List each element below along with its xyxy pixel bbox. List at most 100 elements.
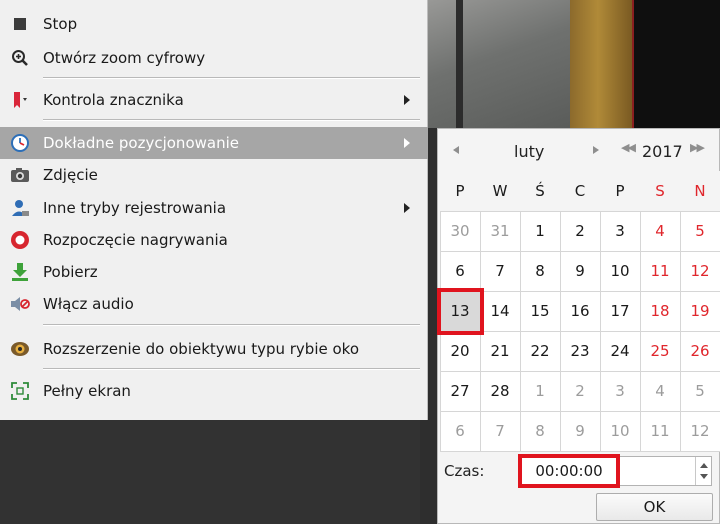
menu-item-label: Kontrola znacznika (43, 91, 184, 109)
menu-item-snapshot[interactable]: Zdjęcie (0, 159, 428, 191)
day-cell[interactable]: 31 (479, 210, 521, 252)
camera-icon (10, 165, 30, 185)
video-building (570, 0, 632, 128)
prev-year-icon[interactable]: ◀◀ (621, 141, 636, 154)
video-street (420, 0, 570, 128)
day-cell[interactable]: 6 (439, 250, 481, 292)
day-cell[interactable]: 22 (519, 330, 561, 372)
calendar-header: luty ◀◀ 2017 ▶▶ (438, 129, 720, 171)
day-cell[interactable]: 11 (639, 250, 681, 292)
day-cell[interactable]: 30 (439, 210, 481, 252)
day-cell[interactable]: 4 (639, 370, 681, 412)
submenu-arrow-icon (404, 138, 410, 148)
menu-item-label: Inne tryby rejestrowania (43, 199, 227, 217)
menu-item-label: Zdjęcie (43, 166, 98, 184)
day-cell[interactable]: 28 (479, 370, 521, 412)
menu-separator (43, 324, 420, 326)
menu-separator (43, 368, 420, 370)
menu-item-label: Pełny ekran (43, 382, 131, 400)
weekday-header: N (679, 170, 720, 212)
time-value[interactable]: 00:00:00 (518, 454, 620, 488)
menu-item-fullscreen[interactable]: Pełny ekran (0, 375, 428, 407)
day-cell[interactable]: 12 (679, 410, 720, 452)
day-cell[interactable]: 12 (679, 250, 720, 292)
day-cell[interactable]: 8 (519, 250, 561, 292)
menu-item-digital-zoom[interactable]: Otwórz zoom cyfrowy (0, 42, 428, 74)
weekday-header: P (439, 170, 481, 212)
menu-separator (43, 77, 420, 79)
day-cell[interactable]: 16 (559, 290, 601, 332)
menu-item-other-recording-modes[interactable]: Inne tryby rejestrowania (0, 192, 428, 224)
day-cell[interactable]: 2 (559, 370, 601, 412)
day-cell[interactable]: 14 (479, 290, 521, 332)
player-background (0, 420, 420, 524)
day-cell[interactable]: 27 (439, 370, 481, 412)
menu-item-download[interactable]: Pobierz (0, 256, 428, 288)
day-cell[interactable]: 24 (599, 330, 641, 372)
day-cell[interactable]: 19 (679, 290, 720, 332)
day-cell[interactable]: 5 (679, 210, 720, 252)
audio-icon (10, 294, 30, 314)
day-cell[interactable]: 1 (519, 210, 561, 252)
download-icon (10, 262, 30, 282)
record-icon (10, 230, 30, 250)
day-cell[interactable]: 21 (479, 330, 521, 372)
submenu-arrow-icon (404, 95, 410, 105)
menu-item-precise-positioning[interactable]: Dokładne pozycjonowanie (0, 127, 428, 159)
day-cell[interactable]: 3 (599, 370, 641, 412)
day-cell[interactable]: 10 (599, 410, 641, 452)
day-cell[interactable]: 5 (679, 370, 720, 412)
user-icon (10, 198, 30, 218)
menu-item-label: Stop (43, 15, 78, 33)
next-year-icon[interactable]: ▶▶ (690, 141, 705, 154)
weekday-header: W (479, 170, 521, 212)
day-cell[interactable]: 17 (599, 290, 641, 332)
video-dark-area (632, 0, 720, 128)
menu-item-fisheye-expansion[interactable]: Rozszerzenie do obiektywu typu rybie oko (0, 333, 428, 365)
menu-item-enable-audio[interactable]: Włącz audio (0, 288, 428, 320)
weekday-header: C (559, 170, 601, 212)
menu-item-marker-control[interactable]: Kontrola znacznika (0, 84, 428, 116)
day-cell[interactable]: 26 (679, 330, 720, 372)
day-cell[interactable]: 23 (559, 330, 601, 372)
day-cell[interactable]: 8 (519, 410, 561, 452)
ok-button[interactable]: OK (596, 493, 713, 521)
day-cell[interactable]: 18 (639, 290, 681, 332)
selected-day-cell[interactable]: 13 (436, 287, 484, 335)
video-pole (456, 0, 463, 128)
day-cell[interactable]: 11 (639, 410, 681, 452)
menu-item-label: Rozszerzenie do obiektywu typu rybie oko (43, 340, 359, 358)
day-cell[interactable]: 2 (559, 210, 601, 252)
next-month-icon[interactable] (593, 146, 599, 154)
time-row: Czas: 00:00:00 (438, 453, 720, 489)
time-input[interactable]: 00:00:00 (518, 454, 712, 488)
day-cell[interactable]: 10 (599, 250, 641, 292)
prev-month-icon[interactable] (453, 146, 459, 154)
day-cell[interactable]: 1 (519, 370, 561, 412)
day-cell[interactable]: 25 (639, 330, 681, 372)
month-label[interactable]: luty (514, 142, 544, 161)
menu-item-label: Pobierz (43, 263, 98, 281)
day-cell[interactable]: 9 (559, 250, 601, 292)
day-cell[interactable]: 7 (479, 410, 521, 452)
menu-item-stop[interactable]: Stop (0, 8, 428, 40)
day-cell[interactable]: 6 (439, 410, 481, 452)
menu-item-start-recording[interactable]: Rozpoczęcie nagrywania (0, 224, 428, 256)
day-cell[interactable]: 4 (639, 210, 681, 252)
time-spinner[interactable] (695, 457, 711, 485)
time-label: Czas: (444, 462, 485, 480)
year-label[interactable]: 2017 (642, 142, 683, 161)
fisheye-icon (10, 339, 30, 359)
weekday-header: Ś (519, 170, 561, 212)
day-cell[interactable]: 9 (559, 410, 601, 452)
spin-up-icon[interactable] (700, 463, 708, 468)
calendar-grid: P W Ś C P S N 30 31 1 2 3 4 5 6 7 8 9 10 11 12 13 14 15 16 17 18 19… (436, 170, 720, 452)
day-cell[interactable]: 7 (479, 250, 521, 292)
menu-item-label: Otwórz zoom cyfrowy (43, 49, 206, 67)
day-cell[interactable]: 3 (599, 210, 641, 252)
spin-down-icon[interactable] (700, 474, 708, 479)
day-cell[interactable]: 20 (439, 330, 481, 372)
day-cell[interactable]: 15 (519, 290, 561, 332)
date-picker-popup: luty ◀◀ 2017 ▶▶ P W Ś C P S N 30 31 1 2 3 4 5 6 7 8 9 10 11… (436, 128, 720, 524)
menu-item-label: Dokładne pozycjonowanie (43, 134, 239, 152)
